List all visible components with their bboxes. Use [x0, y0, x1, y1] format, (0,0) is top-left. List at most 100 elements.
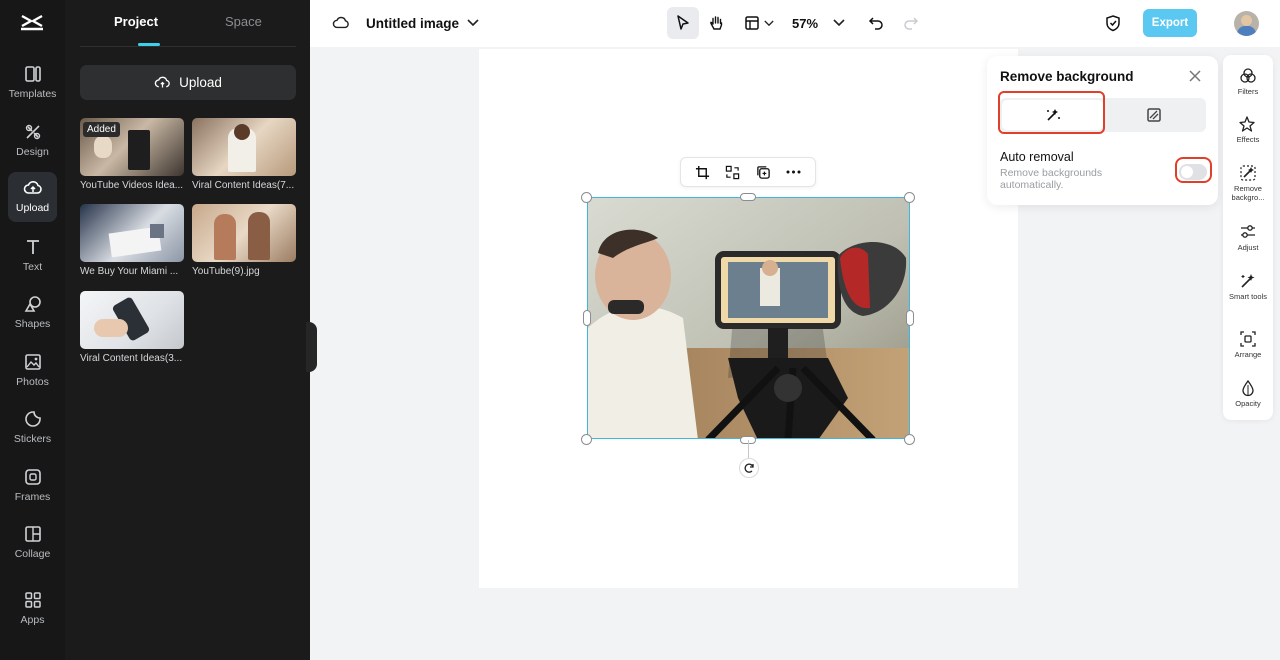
resize-handle-left[interactable]	[583, 310, 591, 326]
shapes-icon	[24, 296, 41, 312]
design-icon	[25, 124, 40, 140]
file-item[interactable]: Viral Content Ideas(7...	[192, 118, 296, 191]
rail-label: Apps	[20, 614, 45, 626]
rail-label: Templates	[8, 88, 57, 100]
rail-shapes[interactable]: Shapes	[8, 288, 57, 338]
resize-handle-tl[interactable]	[581, 192, 592, 203]
tool-label: Adjust	[1237, 243, 1259, 252]
chevron-down-icon[interactable]	[462, 12, 484, 34]
tool-filters[interactable]: Filters	[1223, 67, 1273, 97]
auto-removal-description: Remove backgrounds automatically.	[1000, 167, 1103, 191]
zoom-level[interactable]: 57%	[792, 16, 818, 31]
tool-label: Arrange	[1234, 350, 1262, 359]
rail-templates[interactable]: Templates	[8, 58, 57, 108]
tab-project[interactable]: Project	[114, 14, 158, 29]
tool-arrange[interactable]: Arrange	[1223, 330, 1273, 360]
eraser-frame-icon	[1146, 108, 1161, 122]
hand-icon[interactable]	[706, 12, 728, 34]
project-panel: Project Space Upload Added YouTube Video…	[65, 0, 310, 660]
rail-frames[interactable]: Frames	[8, 461, 57, 511]
resize-handle-bl[interactable]	[581, 434, 592, 445]
tool-opacity[interactable]: Opacity	[1223, 379, 1273, 409]
document-title[interactable]: Untitled image	[366, 16, 459, 31]
tool-label: Opacity	[1235, 399, 1261, 408]
rail-upload[interactable]: Upload	[8, 172, 57, 222]
context-toolbar	[680, 157, 816, 187]
rail-photos[interactable]: Photos	[8, 346, 57, 396]
right-tool-rail: Filters Effects Remove backgro... Adjust…	[1223, 55, 1273, 420]
crop-icon[interactable]	[692, 162, 712, 182]
adjust-icon	[1241, 225, 1255, 238]
capcut-logo-icon[interactable]	[19, 12, 45, 34]
rotate-connector	[748, 440, 749, 458]
file-name: YouTube Videos Idea...	[80, 180, 184, 191]
resize-handle-tr[interactable]	[904, 192, 915, 203]
file-name: YouTube(9).jpg	[192, 266, 260, 277]
auto-remove-option[interactable]	[1002, 100, 1103, 130]
tool-remove-background[interactable]: Remove backgro...	[1223, 158, 1273, 210]
tool-smart-tools[interactable]: Smart tools	[1223, 272, 1273, 302]
filters-icon	[1240, 68, 1256, 83]
rail-text[interactable]: Text	[8, 231, 57, 281]
redo-icon[interactable]	[900, 12, 922, 34]
chevron-down-icon[interactable]	[828, 12, 850, 34]
selected-image-content	[588, 198, 909, 438]
rail-label: Design	[16, 146, 49, 158]
arrange-icon	[1240, 331, 1256, 347]
apps-icon	[24, 592, 41, 608]
upload-cloud-icon	[23, 181, 42, 194]
opacity-icon	[1242, 379, 1254, 397]
shield-icon[interactable]	[1102, 12, 1124, 34]
file-item[interactable]: Added YouTube Videos Idea...	[80, 118, 184, 191]
upload-cloud-icon	[154, 76, 170, 88]
remove-background-panel: Remove background Auto removal Remove ba…	[987, 56, 1218, 205]
cloud-save-icon[interactable]	[330, 12, 352, 34]
panel-collapse-handle[interactable]	[306, 322, 317, 372]
photos-icon	[24, 354, 41, 370]
panel-title: Remove background	[1000, 69, 1134, 84]
undo-icon[interactable]	[865, 12, 887, 34]
file-item[interactable]: We Buy Your Miami ...	[80, 204, 184, 277]
tab-space[interactable]: Space	[225, 14, 262, 29]
replace-icon[interactable]	[723, 162, 743, 182]
file-item[interactable]: YouTube(9).jpg	[192, 204, 296, 277]
rail-design[interactable]: Design	[8, 116, 57, 166]
resize-handle-top[interactable]	[740, 193, 756, 201]
resize-handle-right[interactable]	[906, 310, 914, 326]
pointer-icon[interactable]	[672, 12, 694, 34]
tool-adjust[interactable]: Adjust	[1223, 223, 1273, 253]
file-name: Viral Content Ideas(7...	[192, 180, 295, 191]
export-button[interactable]: Export	[1143, 9, 1197, 37]
rail-apps[interactable]: Apps	[8, 584, 57, 634]
auto-removal-toggle[interactable]	[1179, 164, 1207, 180]
toggle-knob	[1181, 166, 1193, 178]
rail-collage[interactable]: Collage	[8, 518, 57, 568]
file-name: We Buy Your Miami ...	[80, 266, 179, 277]
file-thumbnail: Added	[80, 118, 184, 176]
file-item[interactable]: Viral Content Ideas(3...	[80, 291, 184, 364]
upload-button[interactable]: Upload	[80, 65, 296, 100]
tab-active-indicator	[138, 43, 160, 46]
file-thumbnail	[80, 204, 184, 262]
rail-label: Text	[22, 261, 43, 273]
chevron-down-icon[interactable]	[758, 12, 780, 34]
auto-removal-title: Auto removal	[1000, 150, 1074, 164]
rail-stickers[interactable]: Stickers	[8, 403, 57, 453]
rail-label: Collage	[14, 548, 51, 560]
top-bar: Untitled image 57% Export	[310, 0, 1280, 47]
rail-label: Shapes	[14, 318, 51, 330]
resize-handle-br[interactable]	[904, 434, 915, 445]
duplicate-icon[interactable]	[753, 162, 773, 182]
custom-remove-option[interactable]	[1103, 100, 1204, 130]
rotate-handle[interactable]	[739, 458, 759, 478]
close-icon[interactable]	[1188, 69, 1204, 85]
tool-effects[interactable]: Effects	[1223, 115, 1273, 145]
collage-icon	[24, 526, 41, 542]
more-icon[interactable]	[784, 162, 804, 182]
avatar[interactable]	[1234, 11, 1259, 36]
selected-image[interactable]	[587, 197, 910, 439]
file-thumbnail	[192, 118, 296, 176]
added-badge: Added	[83, 122, 120, 137]
frames-icon	[24, 469, 41, 485]
tool-label: Smart tools	[1229, 292, 1267, 301]
